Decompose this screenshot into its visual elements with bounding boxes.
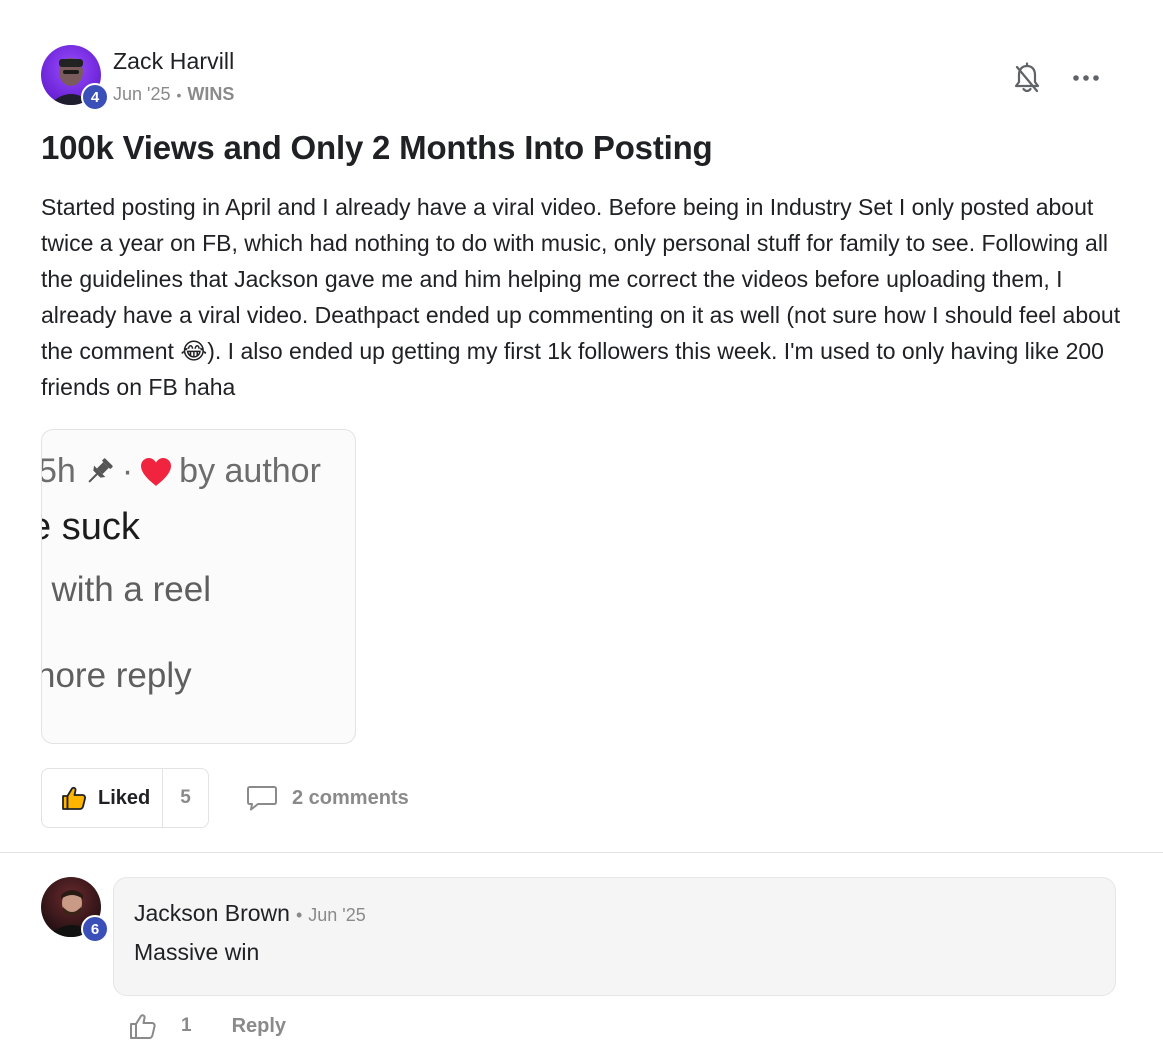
comments-label: 2 comments	[292, 786, 409, 809]
comments-button[interactable]: 2 comments	[246, 784, 409, 812]
author-avatar[interactable]: 4	[41, 45, 109, 111]
reply-button[interactable]: Reply	[232, 1015, 286, 1038]
notifications-off-icon[interactable]	[1012, 62, 1042, 94]
like-count[interactable]: 5	[163, 787, 208, 809]
like-button[interactable]: Liked 5	[41, 768, 209, 828]
meta-separator: •	[176, 86, 182, 103]
post-body: Started posting in April and I already h…	[41, 189, 1131, 405]
comment-text: Massive win	[134, 939, 260, 965]
attachment-line-4: nore reply	[41, 656, 192, 695]
pin-icon	[88, 457, 113, 483]
attachment-by-author: by author	[179, 452, 321, 490]
post-attachment-image[interactable]: 5h · by author e suck / with a reel nore…	[41, 429, 356, 744]
post-title: 100k Views and Only 2 Months Into Postin…	[41, 129, 713, 166]
post-date[interactable]: Jun '25	[113, 84, 170, 105]
like-button-main[interactable]: Liked	[42, 769, 163, 827]
author-name[interactable]: Zack Harvill	[113, 48, 234, 75]
comment-date[interactable]: Jun '25	[308, 905, 365, 926]
comment-icon	[247, 786, 277, 811]
laughing-emoji: 😂	[180, 338, 208, 364]
more-options-icon[interactable]	[1068, 62, 1104, 94]
attachment-time: 5h	[41, 452, 76, 490]
post-category[interactable]: WINS	[187, 84, 234, 105]
thumbs-up-icon	[62, 786, 87, 810]
comment-author[interactable]: Jackson Brown	[134, 900, 290, 927]
attachment-separator: ·	[121, 452, 134, 490]
attachment-line-1: 5h · by author	[41, 452, 321, 491]
commenter-avatar[interactable]: 6	[41, 877, 109, 943]
comment-header: Jackson Brown • Jun '25	[134, 900, 366, 927]
comment-like-icon[interactable]	[129, 1012, 157, 1040]
comment-separator: •	[295, 905, 303, 925]
divider	[0, 852, 1163, 853]
post-meta: Jun '25 • WINS	[113, 84, 234, 105]
level-badge: 4	[81, 83, 109, 111]
comment-bubble: Jackson Brown • Jun '25 Massive win	[113, 877, 1116, 996]
attachment-line-2: e suck	[42, 506, 140, 548]
comment-like-count: 1	[181, 1015, 192, 1036]
comment-actions: 1 Reply	[129, 1012, 286, 1040]
heart-icon	[141, 457, 172, 486]
commenter-level-badge: 6	[81, 915, 109, 943]
attachment-line-3: / with a reel	[41, 570, 211, 609]
like-label: Liked	[98, 786, 151, 809]
